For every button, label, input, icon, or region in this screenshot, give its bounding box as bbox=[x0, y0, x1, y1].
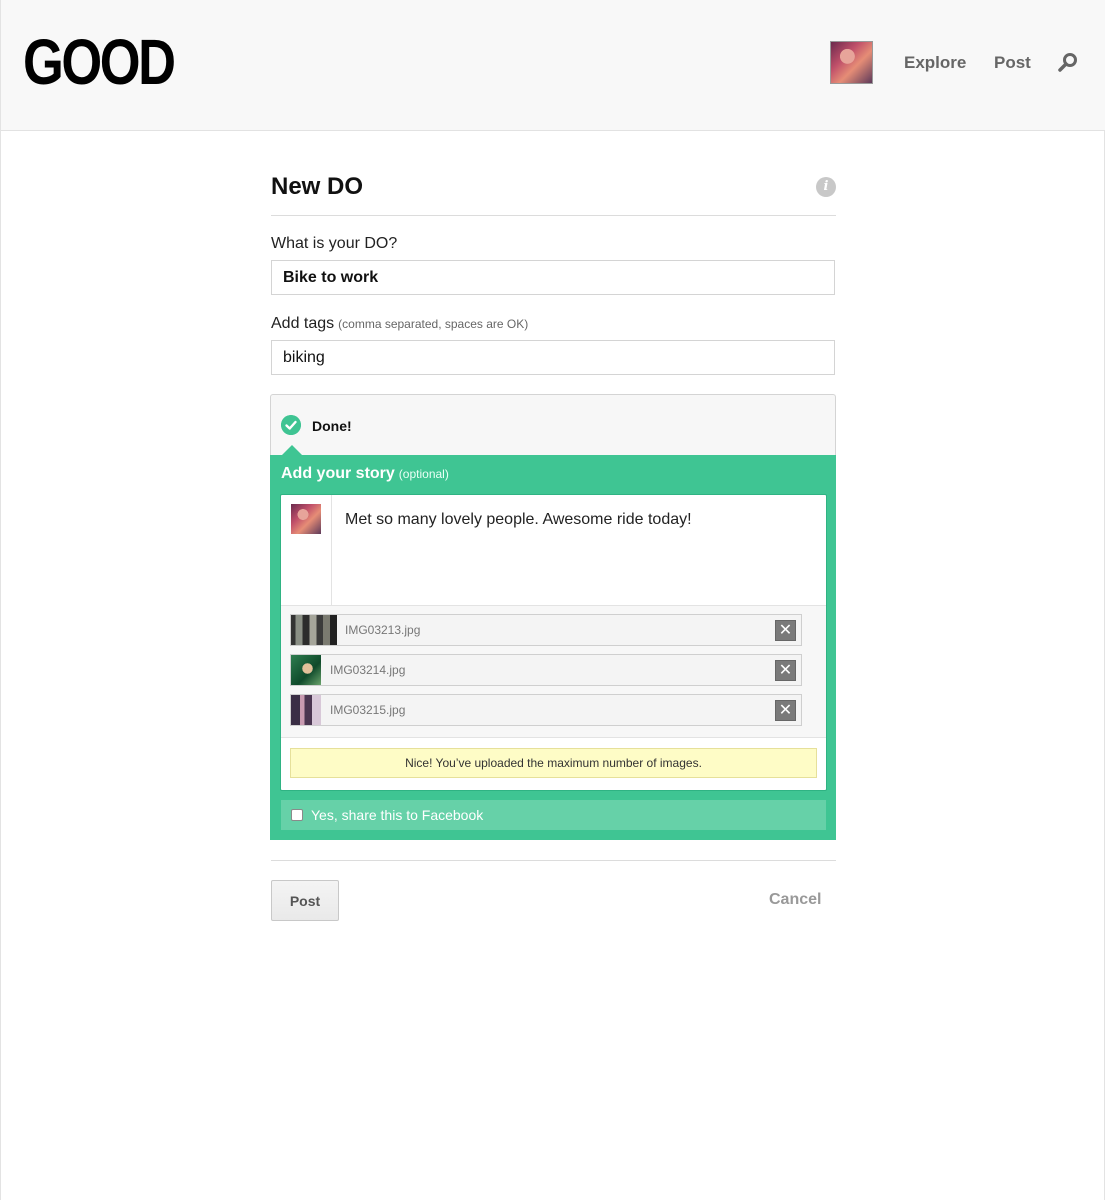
upload-thumbnail bbox=[291, 655, 321, 685]
tags-input[interactable] bbox=[271, 340, 835, 375]
page-title: New DO bbox=[271, 173, 364, 200]
nav-explore-link[interactable]: Explore bbox=[904, 53, 966, 73]
search-icon[interactable] bbox=[1057, 52, 1079, 74]
remove-upload-button[interactable]: ✕ bbox=[775, 660, 796, 681]
info-icon[interactable]: i bbox=[816, 177, 836, 197]
user-avatar[interactable] bbox=[830, 41, 873, 84]
do-label-text: What is your DO? bbox=[271, 235, 398, 252]
story-optional: (optional) bbox=[398, 467, 449, 481]
cancel-link[interactable]: Cancel bbox=[769, 891, 821, 909]
check-circle-icon bbox=[281, 415, 301, 435]
site-header: GOOD Explore Post bbox=[1, 0, 1105, 131]
title-divider bbox=[271, 215, 836, 216]
do-input[interactable] bbox=[271, 260, 835, 295]
done-label: Done! bbox=[312, 418, 352, 434]
upload-thumbnail bbox=[291, 695, 321, 725]
upload-item: IMG03214.jpg ✕ bbox=[290, 654, 802, 686]
done-toggle[interactable] bbox=[270, 394, 836, 456]
upload-filename: IMG03214.jpg bbox=[330, 663, 406, 677]
max-images-notice: Nice! You’ve uploaded the maximum number… bbox=[290, 748, 817, 778]
tags-label-text: Add tags bbox=[271, 315, 335, 332]
panel-pointer bbox=[282, 445, 302, 455]
upload-thumbnail bbox=[291, 615, 337, 645]
story-avatar bbox=[291, 504, 321, 534]
post-button[interactable]: Post bbox=[271, 880, 339, 921]
upload-filename: IMG03215.jpg bbox=[330, 703, 406, 717]
facebook-share-checkbox[interactable] bbox=[291, 809, 303, 821]
nav-post-link[interactable]: Post bbox=[994, 53, 1031, 73]
remove-upload-button[interactable]: ✕ bbox=[775, 620, 796, 641]
upload-item: IMG03213.jpg ✕ bbox=[290, 614, 802, 646]
upload-item: IMG03215.jpg ✕ bbox=[290, 694, 802, 726]
actions-divider bbox=[271, 860, 836, 861]
story-title: Add your story (optional) bbox=[281, 465, 449, 483]
story-textarea[interactable]: Met so many lovely people. Awesome ride … bbox=[345, 511, 692, 529]
tags-hint: (comma separated, spaces are OK) bbox=[338, 317, 529, 331]
do-label: What is your DO? bbox=[271, 235, 397, 253]
tags-label: Add tags (comma separated, spaces are OK) bbox=[271, 315, 528, 333]
good-logo[interactable]: GOOD bbox=[23, 30, 176, 94]
upload-filename: IMG03213.jpg bbox=[345, 623, 421, 637]
facebook-share-label[interactable]: Yes, share this to Facebook bbox=[311, 807, 483, 823]
remove-upload-button[interactable]: ✕ bbox=[775, 700, 796, 721]
story-title-text: Add your story bbox=[281, 465, 395, 482]
